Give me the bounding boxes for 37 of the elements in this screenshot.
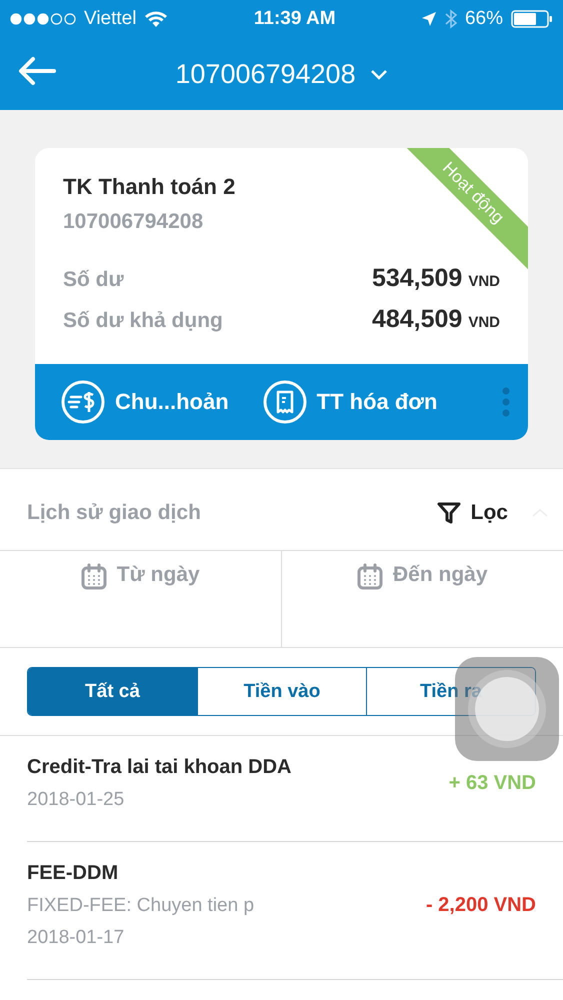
calendar-icon [80,563,107,590]
signal-icon [10,13,76,25]
back-arrow-icon [18,56,56,86]
account-name: TK Thanh toán 2 [63,174,236,200]
balance-label: Số dư [63,268,124,292]
clock-time: 11:39 AM [254,8,336,30]
more-button[interactable] [502,387,510,417]
chevron-down-icon [370,68,388,80]
battery-percent: 66% [464,8,503,30]
card-action-button[interactable]: Chu...hoản [61,380,229,424]
transaction-date: 2018-01-25 [27,789,126,811]
wifi-icon [144,10,168,28]
transaction-title: FEE-DDM [27,862,120,885]
transaction-date: 2018-01-17 [27,927,126,949]
transaction-row[interactable]: FEE-DDM FIXED-FEE: Chuyen tien p 2018-01-17 - 2,200 VND [27,842,563,980]
transaction-amount: + 63 VND [448,772,536,795]
filter-icon [436,500,461,524]
calendar-icon [356,563,383,590]
carrier-name: Viettel [84,8,136,30]
transaction-amount: - 2,200 VND [426,894,536,917]
balance-amount: 534,509 VND [372,264,500,293]
location-arrow-icon [420,11,437,27]
balance-label: Số dư khả dụng [63,309,223,333]
receipt-icon [262,380,307,424]
section-title: Lịch sử giao dịch [27,500,201,524]
card-action-button[interactable]: TT hóa đơn [262,380,438,424]
account-selector[interactable]: 107006794208 [175,58,388,90]
money-transfer-icon [61,380,105,424]
transaction-title: Credit-Tra lai tai khoan DDA [27,756,292,779]
filter-button[interactable]: Lọc [436,500,508,524]
battery-icon [510,10,553,28]
balance-amount: 484,509 VND [372,305,500,334]
filter-tab[interactable]: Tất cả [28,668,197,715]
transaction-description: FIXED-FEE: Chuyen tien p [27,895,254,917]
more-vertical-icon [502,387,510,417]
bluetooth-icon [444,9,457,29]
back-button[interactable] [18,56,56,86]
